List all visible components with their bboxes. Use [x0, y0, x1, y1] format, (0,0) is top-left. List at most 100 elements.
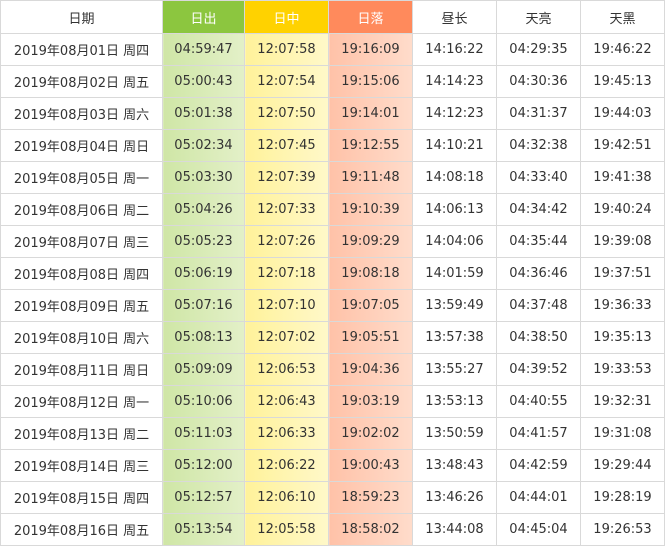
cell-sunrise: 05:02:34	[162, 129, 245, 162]
cell-sunset: 19:04:36	[328, 353, 413, 386]
cell-sunset: 19:08:18	[328, 257, 413, 290]
cell-dawn: 04:34:42	[496, 193, 581, 226]
cell-dusk: 19:40:24	[580, 193, 665, 226]
cell-noon: 12:07:54	[244, 65, 329, 98]
cell-dawn: 04:40:55	[496, 385, 581, 418]
cell-dawn: 04:42:59	[496, 449, 581, 482]
cell-sunrise: 05:06:19	[162, 257, 245, 290]
cell-sunset: 19:14:01	[328, 97, 413, 130]
cell-sunset: 19:16:09	[328, 33, 413, 66]
cell-daylength: 13:59:49	[412, 289, 497, 322]
cell-dusk: 19:26:53	[580, 513, 665, 546]
cell-noon: 12:07:45	[244, 129, 329, 162]
table-row: 2019年08月04日 周日 05:02:34 12:07:45 19:12:5…	[0, 129, 665, 162]
cell-noon: 12:07:18	[244, 257, 329, 290]
cell-sunset: 19:15:06	[328, 65, 413, 98]
cell-dawn: 04:44:01	[496, 481, 581, 514]
table-row: 2019年08月14日 周三 05:12:00 12:06:22 19:00:4…	[0, 449, 665, 482]
cell-daylength: 13:50:59	[412, 417, 497, 450]
cell-dusk: 19:39:08	[580, 225, 665, 258]
cell-dawn: 04:29:35	[496, 33, 581, 66]
cell-daylength: 14:01:59	[412, 257, 497, 290]
cell-daylength: 13:55:27	[412, 353, 497, 386]
table-row: 2019年08月12日 周一 05:10:06 12:06:43 19:03:1…	[0, 385, 665, 418]
cell-sunrise: 04:59:47	[162, 33, 245, 66]
header-noon: 日中	[244, 0, 329, 34]
table-row: 2019年08月05日 周一 05:03:30 12:07:39 19:11:4…	[0, 161, 665, 194]
cell-sunset: 19:07:05	[328, 289, 413, 322]
header-sunset: 日落	[328, 0, 413, 34]
cell-sunrise: 05:09:09	[162, 353, 245, 386]
table-header-row: 日期 日出 日中 日落 昼长 天亮 天黑	[0, 0, 665, 34]
cell-dawn: 04:37:48	[496, 289, 581, 322]
cell-dawn: 04:32:38	[496, 129, 581, 162]
table-row: 2019年08月13日 周二 05:11:03 12:06:33 19:02:0…	[0, 417, 665, 450]
table-row: 2019年08月08日 周四 05:06:19 12:07:18 19:08:1…	[0, 257, 665, 290]
cell-sunset: 19:11:48	[328, 161, 413, 194]
header-date: 日期	[0, 0, 163, 34]
table-row: 2019年08月10日 周六 05:08:13 12:07:02 19:05:5…	[0, 321, 665, 354]
cell-daylength: 13:44:08	[412, 513, 497, 546]
cell-sunrise: 05:05:23	[162, 225, 245, 258]
cell-daylength: 14:12:23	[412, 97, 497, 130]
cell-date: 2019年08月16日 周五	[0, 513, 163, 546]
cell-dawn: 04:36:46	[496, 257, 581, 290]
cell-daylength: 14:06:13	[412, 193, 497, 226]
cell-daylength: 13:46:26	[412, 481, 497, 514]
cell-dusk: 19:29:44	[580, 449, 665, 482]
cell-sunset: 19:12:55	[328, 129, 413, 162]
table-row: 2019年08月15日 周四 05:12:57 12:06:10 18:59:2…	[0, 481, 665, 514]
cell-date: 2019年08月04日 周日	[0, 129, 163, 162]
cell-daylength: 14:04:06	[412, 225, 497, 258]
cell-noon: 12:06:33	[244, 417, 329, 450]
header-daylength: 昼长	[412, 0, 497, 34]
cell-dawn: 04:33:40	[496, 161, 581, 194]
cell-dusk: 19:37:51	[580, 257, 665, 290]
cell-daylength: 13:57:38	[412, 321, 497, 354]
cell-dawn: 04:41:57	[496, 417, 581, 450]
cell-dusk: 19:46:22	[580, 33, 665, 66]
table-row: 2019年08月02日 周五 05:00:43 12:07:54 19:15:0…	[0, 65, 665, 98]
cell-date: 2019年08月14日 周三	[0, 449, 163, 482]
table-row: 2019年08月03日 周六 05:01:38 12:07:50 19:14:0…	[0, 97, 665, 130]
cell-date: 2019年08月11日 周日	[0, 353, 163, 386]
cell-dusk: 19:41:38	[580, 161, 665, 194]
cell-dawn: 04:30:36	[496, 65, 581, 98]
cell-sunrise: 05:00:43	[162, 65, 245, 98]
cell-dawn: 04:39:52	[496, 353, 581, 386]
cell-daylength: 13:48:43	[412, 449, 497, 482]
cell-date: 2019年08月10日 周六	[0, 321, 163, 354]
cell-date: 2019年08月06日 周二	[0, 193, 163, 226]
cell-date: 2019年08月07日 周三	[0, 225, 163, 258]
cell-noon: 12:06:43	[244, 385, 329, 418]
table-row: 2019年08月09日 周五 05:07:16 12:07:10 19:07:0…	[0, 289, 665, 322]
cell-sunrise: 05:10:06	[162, 385, 245, 418]
header-dawn: 天亮	[496, 0, 581, 34]
cell-noon: 12:06:22	[244, 449, 329, 482]
cell-date: 2019年08月03日 周六	[0, 97, 163, 130]
cell-dawn: 04:45:04	[496, 513, 581, 546]
cell-noon: 12:07:10	[244, 289, 329, 322]
cell-sunrise: 05:12:00	[162, 449, 245, 482]
cell-sunset: 18:58:02	[328, 513, 413, 546]
cell-sunrise: 05:01:38	[162, 97, 245, 130]
cell-date: 2019年08月02日 周五	[0, 65, 163, 98]
header-dusk: 天黑	[580, 0, 665, 34]
cell-sunset: 19:00:43	[328, 449, 413, 482]
cell-date: 2019年08月09日 周五	[0, 289, 163, 322]
cell-dawn: 04:38:50	[496, 321, 581, 354]
cell-noon: 12:06:53	[244, 353, 329, 386]
cell-date: 2019年08月05日 周一	[0, 161, 163, 194]
cell-noon: 12:07:39	[244, 161, 329, 194]
cell-date: 2019年08月08日 周四	[0, 257, 163, 290]
cell-sunset: 18:59:23	[328, 481, 413, 514]
cell-dusk: 19:44:03	[580, 97, 665, 130]
table-row: 2019年08月16日 周五 05:13:54 12:05:58 18:58:0…	[0, 513, 665, 546]
cell-noon: 12:05:58	[244, 513, 329, 546]
cell-noon: 12:07:50	[244, 97, 329, 130]
cell-date: 2019年08月12日 周一	[0, 385, 163, 418]
cell-sunset: 19:05:51	[328, 321, 413, 354]
table-row: 2019年08月07日 周三 05:05:23 12:07:26 19:09:2…	[0, 225, 665, 258]
cell-sunset: 19:09:29	[328, 225, 413, 258]
table-row: 2019年08月11日 周日 05:09:09 12:06:53 19:04:3…	[0, 353, 665, 386]
